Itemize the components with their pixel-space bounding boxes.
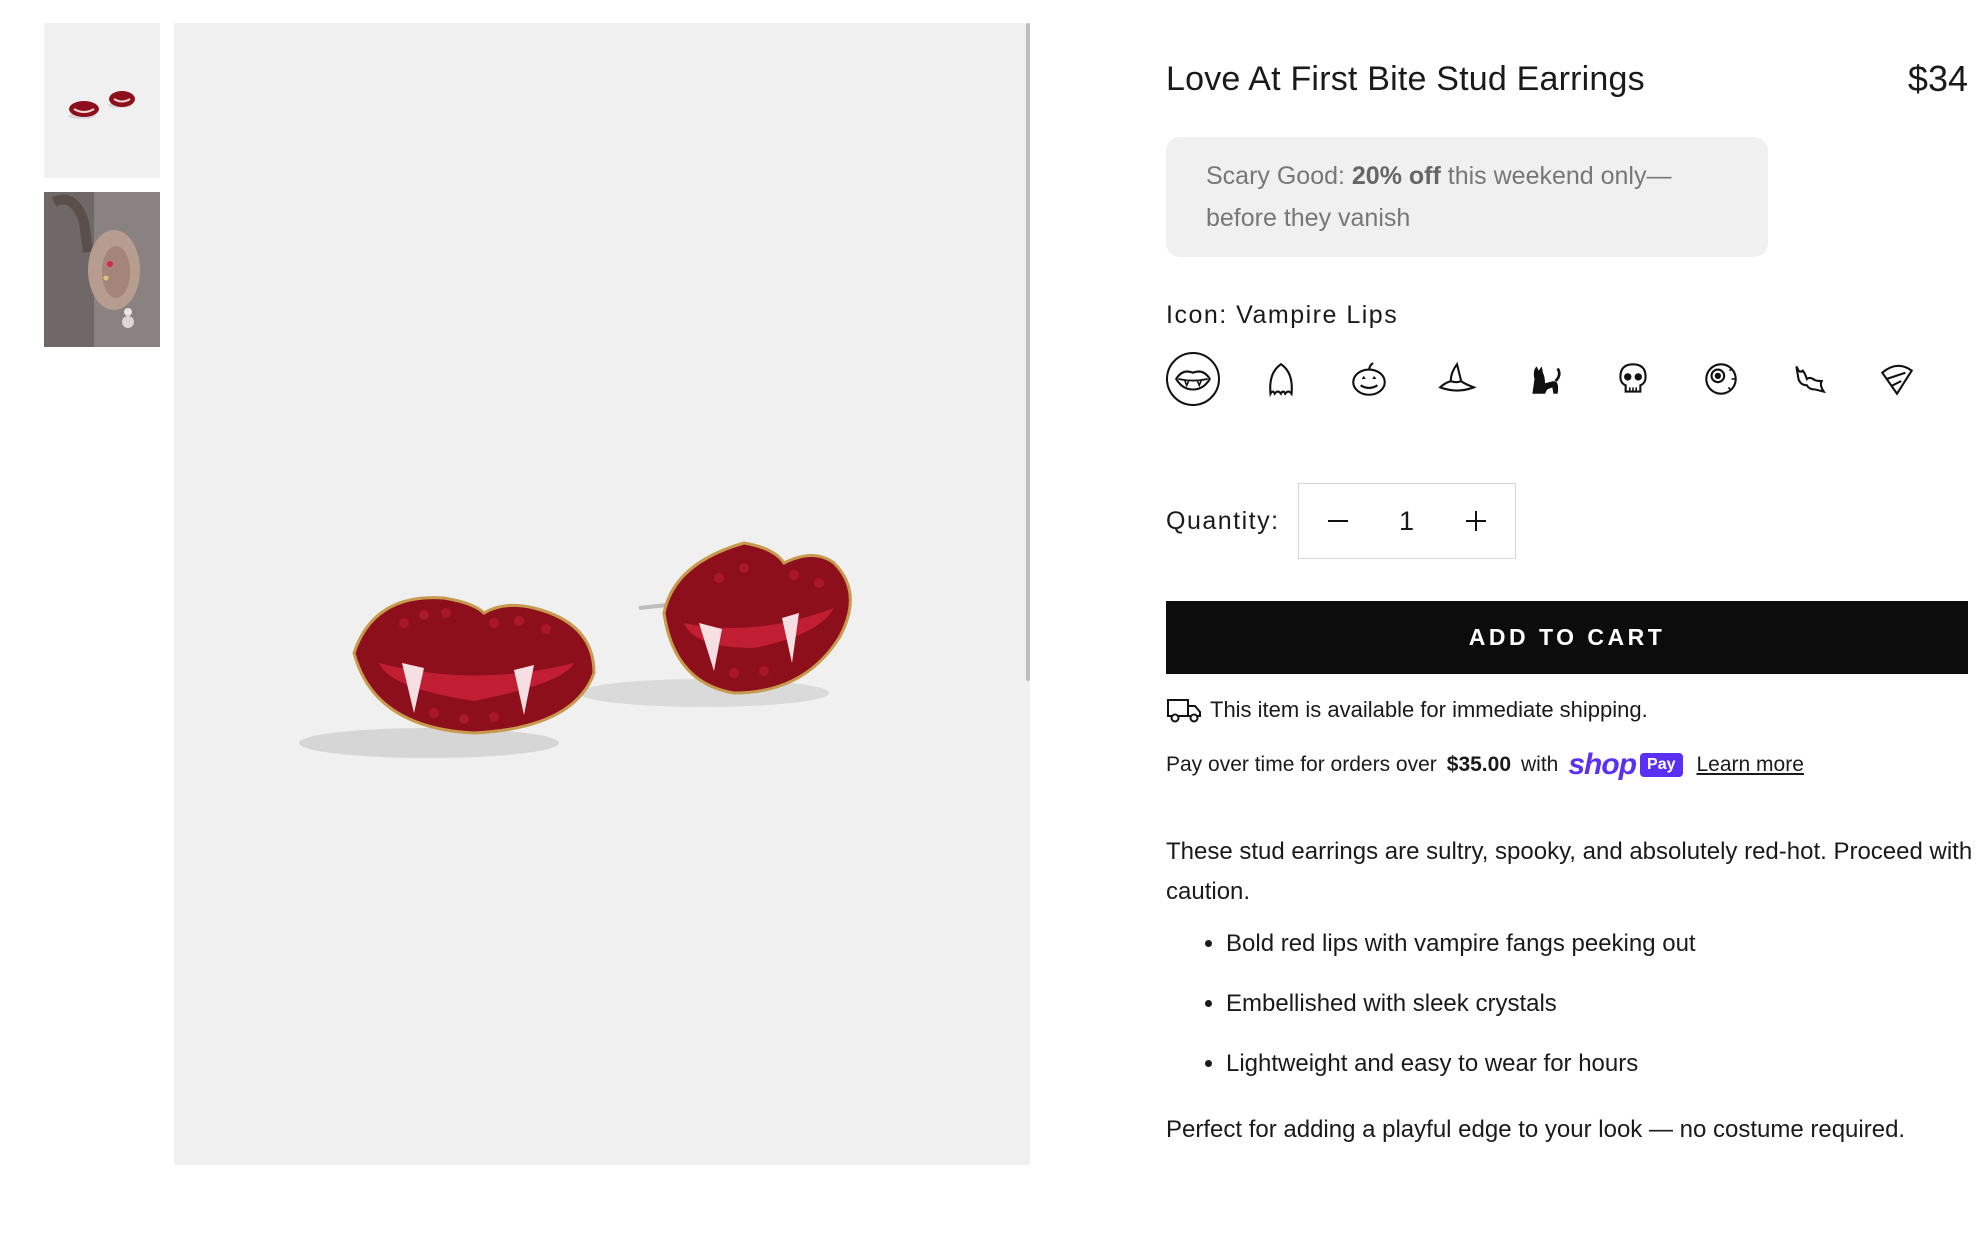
product-info: Love At First Bite Stud Earrings $34 Sca… — [1166, 52, 1972, 1150]
minus-icon — [1327, 520, 1348, 522]
shop-pay-row: Pay over time for orders over $35.00 wit… — [1166, 750, 1968, 780]
icon-label-prefix: Icon: — [1166, 301, 1228, 329]
worn-thumbnail-image — [44, 192, 160, 347]
thumbnail-product[interactable] — [44, 23, 160, 178]
vampire-lips-icon — [1174, 370, 1212, 391]
icon-option-candy-corn[interactable] — [1870, 352, 1924, 406]
shop-pay-amount: $35.00 — [1446, 753, 1511, 776]
candy-corn-icon — [1880, 364, 1914, 396]
icon-option-bat[interactable] — [1782, 352, 1836, 406]
icon-option-black-cat[interactable] — [1518, 352, 1572, 406]
icon-option-vampire-lips[interactable] — [1166, 352, 1220, 406]
bat-icon — [1795, 365, 1827, 394]
thumbnail-worn[interactable] — [44, 192, 160, 347]
shipping-note-text: This item is available for immediate shi… — [1210, 697, 1648, 722]
quantity-value[interactable]: 1 — [1399, 506, 1414, 537]
plus-icon — [1465, 511, 1486, 531]
icon-option-skull[interactable] — [1606, 352, 1660, 406]
icon-option-ghost[interactable] — [1254, 352, 1308, 406]
closing-text: Perfect for adding a playful edge to you… — [1166, 1116, 1906, 1143]
eyeball-icon — [1705, 363, 1737, 395]
feature-item: Bold red lips with vampire fangs peeking… — [1226, 924, 1968, 964]
quantity-row: Quantity: 1 — [1166, 483, 1968, 559]
thumbnail-strip — [44, 23, 160, 361]
earrings-thumbnail-image — [44, 23, 160, 178]
shipping-note: This item is available for immediate shi… — [1166, 696, 1968, 724]
shop-pay-prefix: Pay over time for orders over — [1166, 753, 1437, 776]
icon-option-pumpkin[interactable] — [1342, 352, 1396, 406]
promo-banner: Scary Good: 20% off this weekend only—be… — [1166, 137, 1768, 257]
icon-option-witch-hat[interactable] — [1430, 352, 1484, 406]
quantity-label: Quantity: — [1166, 506, 1280, 535]
witch-hat-icon — [1438, 361, 1477, 392]
shop-wordmark: shop — [1568, 748, 1637, 781]
title-row: Love At First Bite Stud Earrings $34 — [1166, 52, 1968, 106]
black-cat-icon — [1532, 366, 1561, 394]
icon-option-eyeball[interactable] — [1694, 352, 1748, 406]
promo-highlight: 20% off — [1351, 162, 1441, 190]
promo-prefix: Scary Good: — [1206, 162, 1352, 190]
pumpkin-icon — [1352, 362, 1386, 396]
product-title: Love At First Bite Stud Earrings — [1166, 59, 1645, 98]
shop-pay-with: with — [1521, 753, 1559, 776]
product-description: These stud earrings are sultry, spooky, … — [1166, 838, 1973, 905]
icon-option-label: Icon: Vampire Lips — [1166, 301, 1968, 330]
product-price: $34 — [1907, 58, 1968, 99]
ghost-icon — [1269, 363, 1293, 398]
quantity-increase-button[interactable] — [1461, 506, 1491, 536]
icon-selected-value: Vampire Lips — [1236, 301, 1399, 329]
shop-pay-logo: shop Pay — [1568, 748, 1683, 781]
vampire-lips-earrings-image — [174, 23, 1030, 1165]
quantity-decrease-button[interactable] — [1323, 506, 1353, 536]
skull-icon — [1619, 363, 1647, 393]
pay-badge: Pay — [1640, 753, 1683, 777]
icon-option-swatches — [1166, 351, 1968, 407]
main-product-image[interactable] — [174, 23, 1030, 1165]
quantity-stepper: 1 — [1297, 483, 1516, 559]
feature-item: Lightweight and easy to wear for hours — [1226, 1044, 1968, 1084]
learn-more-link[interactable]: Learn more — [1697, 753, 1804, 777]
delivery-truck-icon — [1167, 699, 1201, 723]
feature-list: Bold red lips with vampire fangs peeking… — [1166, 924, 1968, 1084]
feature-item: Embellished with sleek crystals — [1226, 984, 1968, 1024]
add-to-cart-button[interactable]: ADD TO CART — [1166, 601, 1968, 674]
gallery-scrollbar[interactable] — [1026, 23, 1030, 681]
